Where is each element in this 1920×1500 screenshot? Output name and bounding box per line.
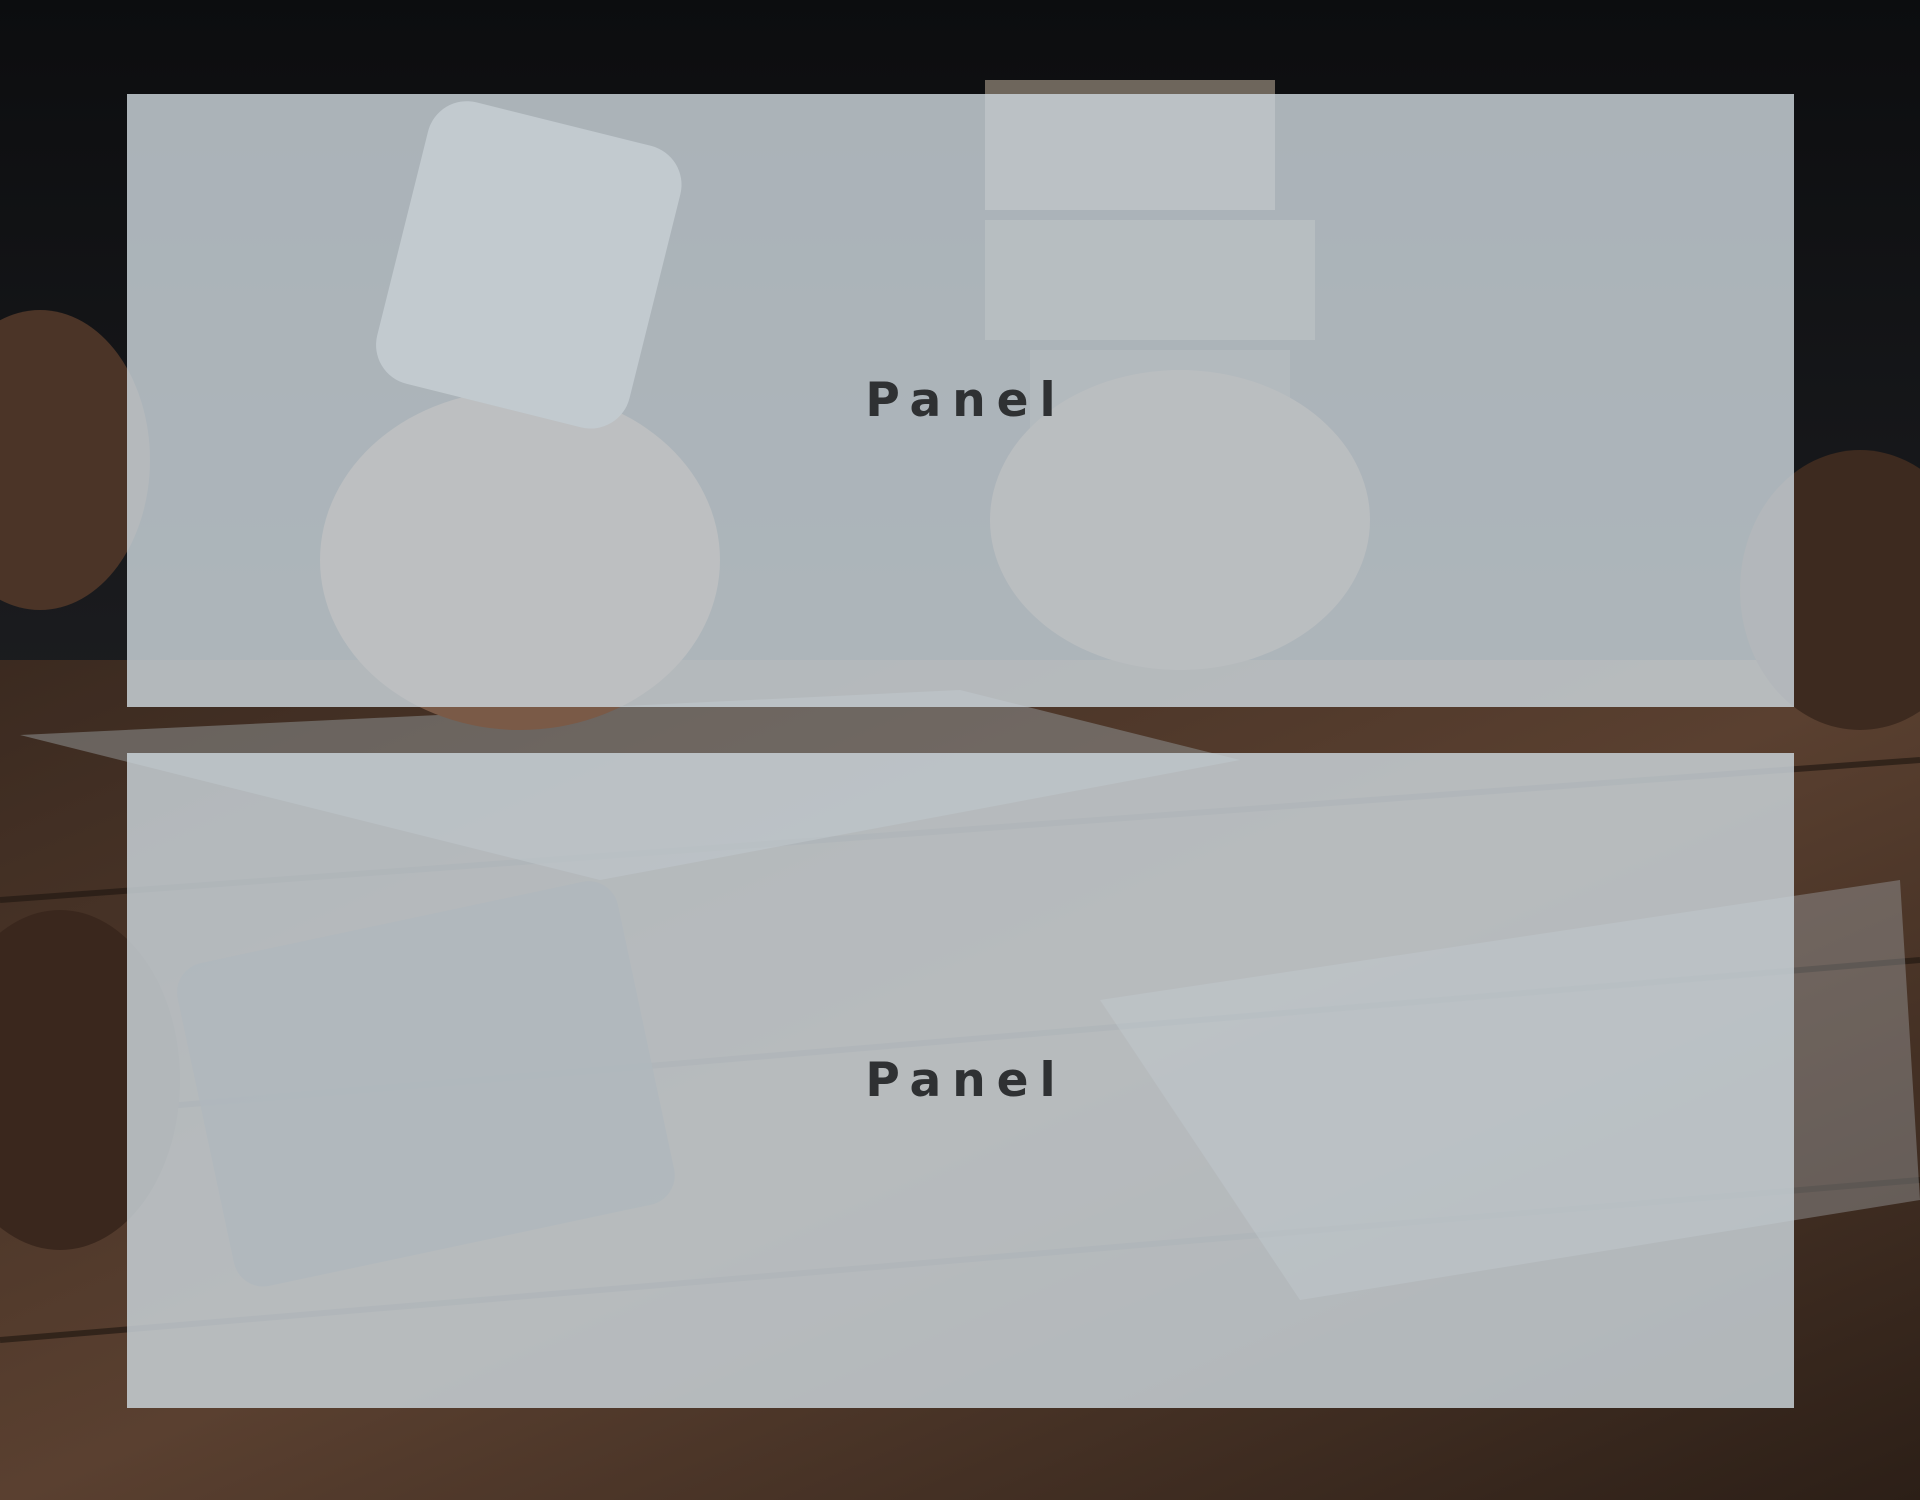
page: Panel Panel	[0, 0, 1920, 1500]
panel-top-label: Panel	[865, 373, 1067, 428]
panel-top: Panel	[127, 94, 1794, 707]
panel-bottom-label: Panel	[865, 1053, 1067, 1108]
panel-bottom: Panel	[127, 753, 1794, 1408]
